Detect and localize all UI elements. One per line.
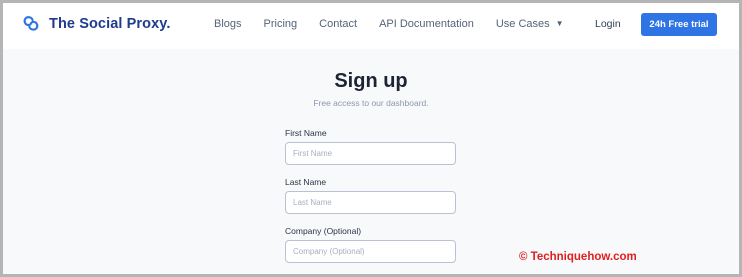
first-name-label: First Name bbox=[285, 128, 327, 138]
nav-api-documentation[interactable]: API Documentation bbox=[379, 18, 474, 30]
free-trial-button[interactable]: 24h Free trial bbox=[641, 13, 717, 36]
last-name-label: Last Name bbox=[285, 177, 327, 187]
first-name-input[interactable] bbox=[285, 142, 456, 165]
brand-logo[interactable]: The Social Proxy. bbox=[22, 15, 171, 32]
top-navbar: The Social Proxy. Blogs Pricing Contact … bbox=[3, 3, 739, 49]
nav-use-cases-dropdown[interactable]: Use Cases ▼ bbox=[496, 18, 564, 30]
nav-blogs[interactable]: Blogs bbox=[214, 18, 242, 30]
browser-frame: The Social Proxy. Blogs Pricing Contact … bbox=[3, 3, 739, 274]
nav-contact[interactable]: Contact bbox=[319, 18, 357, 30]
watermark: © Techniquehow.com bbox=[519, 251, 637, 263]
nav-pricing[interactable]: Pricing bbox=[264, 18, 298, 30]
logo-icon bbox=[22, 15, 40, 32]
nav-links: Blogs Pricing Contact API Documentation … bbox=[214, 18, 564, 30]
nav-use-cases-label: Use Cases bbox=[495, 18, 550, 30]
brand-name: The Social Proxy. bbox=[49, 15, 171, 32]
login-link[interactable]: Login bbox=[595, 18, 621, 30]
page-title: Sign up bbox=[334, 70, 408, 92]
company-label: Company (Optional) bbox=[285, 226, 362, 236]
company-input[interactable] bbox=[285, 240, 456, 263]
last-name-input[interactable] bbox=[285, 191, 456, 214]
page-subtitle: Free access to our dashboard. bbox=[313, 98, 429, 108]
caret-down-icon: ▼ bbox=[555, 19, 564, 28]
